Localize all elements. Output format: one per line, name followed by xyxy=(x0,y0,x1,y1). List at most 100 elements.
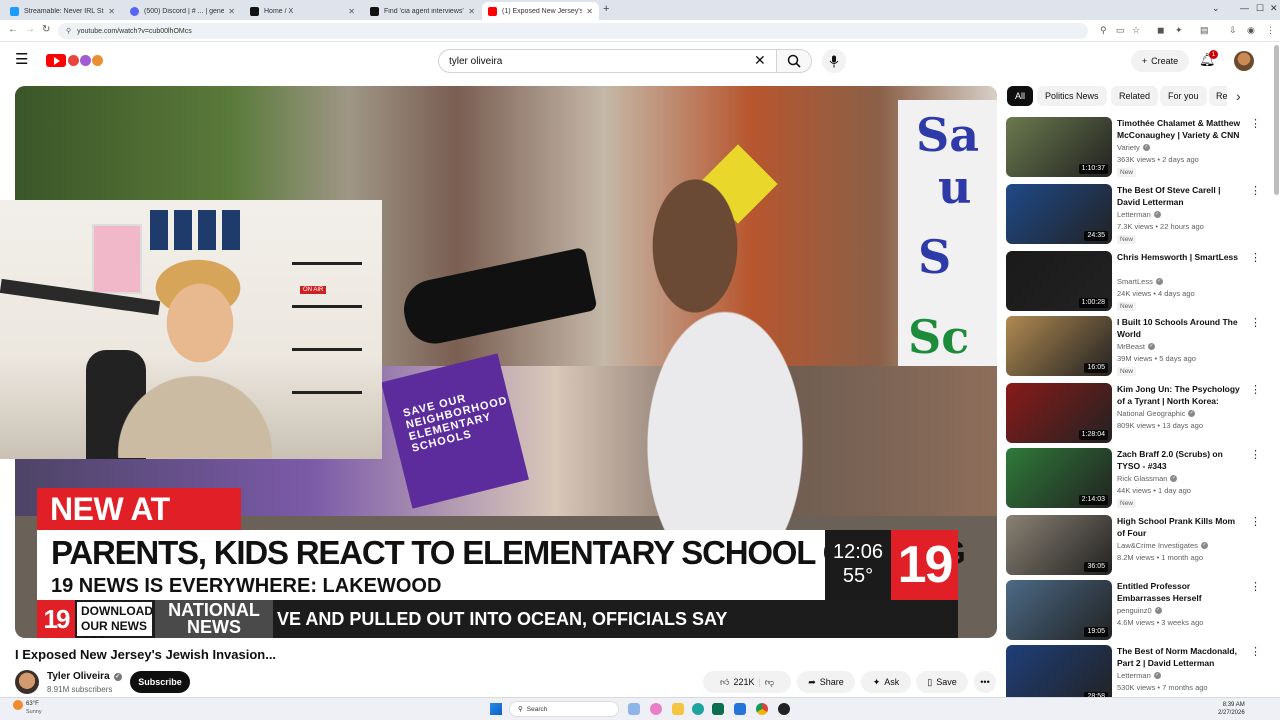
video-title[interactable]: Zach Braff 2.0 (Scrubs) on TYSO - #343 xyxy=(1117,448,1245,472)
browser-menu-icon[interactable]: ⋮ xyxy=(1266,25,1275,36)
chevron-right-icon[interactable]: › xyxy=(1236,88,1241,104)
more-vertical-icon[interactable]: ⋮ xyxy=(1250,448,1261,461)
forward-icon[interactable]: → xyxy=(25,24,35,35)
downloads-icon[interactable]: ⇩ xyxy=(1229,25,1237,36)
video-title[interactable]: Chris Hemsworth | SmartLess xyxy=(1117,251,1245,263)
voice-search-button[interactable] xyxy=(822,49,846,73)
profile-icon[interactable]: ◉ xyxy=(1247,25,1255,36)
bookmark-star-icon[interactable]: ☆ xyxy=(1132,25,1140,36)
channel-name[interactable]: Rick Glassman ✓ xyxy=(1117,474,1178,483)
save-button[interactable]: ▯ Save xyxy=(916,671,968,693)
taskbar-search[interactable]: ⚲ Search xyxy=(509,701,619,717)
browser-tab[interactable]: Home / X ✕ xyxy=(244,2,361,20)
channel-name[interactable]: SmartLess ✓ xyxy=(1117,277,1163,286)
video-thumbnail[interactable]: 16:05 xyxy=(1006,316,1112,376)
browser-tab[interactable]: (500) Discord | # ... | general ✕ xyxy=(124,2,241,20)
hamburger-menu-icon[interactable]: ☰ xyxy=(15,52,28,67)
more-vertical-icon[interactable]: ⋮ xyxy=(1250,580,1261,593)
channel-name[interactable]: MrBeast ✓ xyxy=(1117,342,1155,351)
mail-icon[interactable] xyxy=(734,703,746,715)
create-button[interactable]: + Create xyxy=(1131,50,1189,72)
recommended-video[interactable]: 2:14:03 Zach Braff 2.0 (Scrubs) on TYSO -… xyxy=(1006,448,1261,508)
video-title[interactable]: Kim Jong Un: The Psychology of a Tyrant … xyxy=(1117,383,1245,407)
video-thumbnail[interactable]: 1:00:28 xyxy=(1006,251,1112,311)
video-title[interactable]: I Built 10 Schools Around The World xyxy=(1117,316,1245,340)
close-icon[interactable]: ✕ xyxy=(108,7,115,16)
video-title[interactable]: The Best of Norm Macdonald, Part 2 | Dav… xyxy=(1117,645,1245,669)
minimize-icon[interactable]: — xyxy=(1240,3,1249,13)
new-tab-button[interactable]: + xyxy=(603,3,609,15)
channel-avatar[interactable] xyxy=(15,670,39,694)
puzzle-icon[interactable]: ✦ xyxy=(1175,25,1183,36)
video-thumbnail[interactable]: 36:05 xyxy=(1006,515,1112,575)
chip-all[interactable]: All xyxy=(1007,86,1034,106)
subscribe-button[interactable]: Subscribe xyxy=(130,671,190,693)
file-explorer-icon[interactable] xyxy=(672,703,684,715)
channel-name[interactable]: Tyler Oliveira ✓ xyxy=(47,671,122,682)
channel-name[interactable]: Letterman ✓ xyxy=(1117,210,1161,219)
edge-icon[interactable] xyxy=(692,703,704,715)
site-info-icon[interactable]: ⚲ xyxy=(66,27,71,35)
share-button[interactable]: ➦ Share xyxy=(797,671,855,693)
chip-for-you[interactable]: For you xyxy=(1160,86,1207,106)
taskview-icon[interactable] xyxy=(628,703,640,715)
video-title[interactable]: High School Prank Kills Mom of Four xyxy=(1117,515,1245,539)
video-title[interactable]: Timothée Chalamet & Matthew McConaughey … xyxy=(1117,117,1245,141)
video-thumbnail[interactable]: 1:28:04 xyxy=(1006,383,1112,443)
close-icon[interactable]: ✕ xyxy=(468,7,475,16)
ask-button[interactable]: ✦ Ask xyxy=(861,671,911,693)
zoom-icon[interactable]: ⚲ xyxy=(1100,25,1107,36)
channel-name[interactable]: penguinz0 ✓ xyxy=(1117,606,1162,615)
youtube-logo[interactable] xyxy=(46,53,108,68)
more-vertical-icon[interactable]: ⋮ xyxy=(1250,515,1261,528)
recommended-video[interactable]: 1:00:28 Chris Hemsworth | SmartLess SmartL… xyxy=(1006,251,1261,311)
like-count[interactable]: 221K xyxy=(733,677,754,687)
recommended-video[interactable]: 16:05 I Built 10 Schools Around The World… xyxy=(1006,316,1261,376)
video-thumbnail[interactable]: 28:58 xyxy=(1006,645,1112,705)
browser-tab-active[interactable]: (1) Exposed New Jersey's Jewi ✕ xyxy=(482,2,599,20)
chip-politics-news[interactable]: Politics News xyxy=(1037,86,1107,106)
windows-start-icon[interactable] xyxy=(490,703,502,715)
close-icon[interactable]: ✕ xyxy=(586,7,593,16)
video-thumbnail[interactable]: 1:10:37 xyxy=(1006,117,1112,177)
video-thumbnail[interactable]: 19:05 xyxy=(1006,580,1112,640)
close-icon[interactable]: ✕ xyxy=(348,7,355,16)
browser-tab[interactable]: Streamable: Never IRL Stream — ✕ xyxy=(4,2,121,20)
more-vertical-icon[interactable]: ⋮ xyxy=(1250,645,1261,658)
recommended-video[interactable]: 24:35 The Best Of Steve Carell | David Le… xyxy=(1006,184,1261,244)
more-vertical-icon[interactable]: ⋮ xyxy=(1250,383,1261,396)
back-icon[interactable]: ← xyxy=(8,24,18,35)
channel-name[interactable]: Letterman ✓ xyxy=(1117,671,1161,680)
channel-name[interactable]: Variety ✓ xyxy=(1117,143,1150,152)
weather-temp[interactable]: 63°F xyxy=(26,701,39,707)
account-avatar[interactable] xyxy=(1234,51,1254,71)
more-actions-button[interactable]: ••• xyxy=(974,671,996,693)
system-clock[interactable]: 8:39 AM 2/27/2026 xyxy=(1218,701,1245,717)
clear-search-icon[interactable]: ✕ xyxy=(754,52,766,69)
maximize-icon[interactable]: ☐ xyxy=(1256,3,1264,14)
browser-tab[interactable]: Find 'cia agent interviews' on T ✕ xyxy=(364,2,481,20)
thumbs-down-icon[interactable]: 👎︎ xyxy=(765,677,774,688)
close-icon[interactable]: ✕ xyxy=(228,7,235,16)
more-vertical-icon[interactable]: ⋮ xyxy=(1250,251,1261,264)
extension-icon[interactable]: ◼ xyxy=(1157,25,1164,36)
cast-icon[interactable]: ▭ xyxy=(1116,25,1125,36)
close-window-icon[interactable]: ✕ xyxy=(1270,3,1278,14)
video-title[interactable]: The Best Of Steve Carell | David Letterm… xyxy=(1117,184,1245,208)
search-input[interactable]: tyler oliveira xyxy=(438,49,776,73)
copilot-icon[interactable] xyxy=(650,703,662,715)
video-thumbnail[interactable]: 2:14:03 xyxy=(1006,448,1112,508)
recommended-video[interactable]: 19:05 Entitled Professor Embarrasses Hers… xyxy=(1006,580,1261,640)
chrome-icon[interactable] xyxy=(756,703,768,715)
tab-search-icon[interactable]: ⌄ xyxy=(1212,3,1220,14)
recommended-video[interactable]: 28:58The Best of Norm Macdonald, Part 2 … xyxy=(1006,645,1261,705)
url-field[interactable]: ⚲ youtube.com/watch?v=cub00lhOMcs xyxy=(58,23,1088,39)
recommended-video[interactable]: 1:28:04 Kim Jong Un: The Psychology of a … xyxy=(1006,383,1261,443)
chip-partial[interactable]: Re xyxy=(1209,86,1227,106)
chip-related[interactable]: Related xyxy=(1111,86,1159,106)
channel-name[interactable]: National Geographic ✓ xyxy=(1117,409,1196,418)
sidebar-icon[interactable]: ▤ xyxy=(1200,25,1209,36)
thumbs-up-icon[interactable]: 👍︎ xyxy=(720,677,729,688)
recommended-video[interactable]: 1:10:37 Timothée Chalamet & Matthew McCon… xyxy=(1006,117,1261,177)
obs-icon[interactable] xyxy=(778,703,790,715)
